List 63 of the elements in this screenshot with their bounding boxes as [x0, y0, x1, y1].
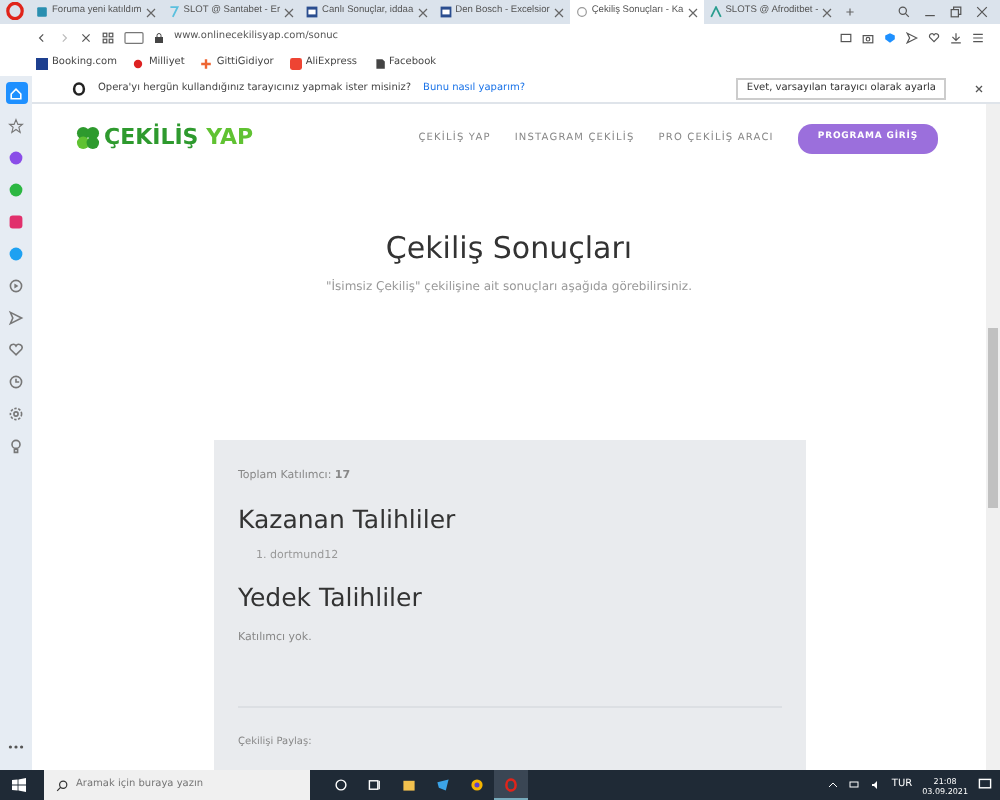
opera-taskbar-button[interactable]: [494, 770, 528, 800]
close-icon[interactable]: [974, 84, 984, 94]
bookmark-icon: [36, 57, 48, 69]
shield-icon[interactable]: [884, 31, 896, 43]
star-button[interactable]: [5, 114, 27, 136]
page-icon: [306, 6, 319, 18]
task-view-icon[interactable]: [368, 778, 382, 792]
section-heading: Yedek Talihliler: [238, 580, 424, 617]
home-button[interactable]: [5, 82, 27, 104]
page-icon: [439, 6, 452, 18]
close-icon[interactable]: [417, 7, 428, 17]
back-icon[interactable]: [36, 31, 48, 43]
restore-icon[interactable]: [950, 6, 962, 18]
close-icon[interactable]: [976, 6, 988, 18]
bookmark-icon: [289, 57, 302, 69]
network-icon[interactable]: [847, 780, 860, 790]
scrollbar-thumb[interactable]: [988, 328, 998, 508]
instagram-button[interactable]: [5, 210, 27, 232]
send-button[interactable]: [5, 306, 27, 328]
logo-text[interactable]: ÇEKİLİŞ YAP: [104, 122, 254, 155]
store-icon[interactable]: [436, 778, 450, 792]
grid-icon[interactable]: [102, 31, 114, 43]
bookmark-icon: [200, 57, 213, 69]
clover-icon: [76, 126, 100, 151]
stop-icon[interactable]: [80, 31, 92, 43]
opera-logo-icon[interactable]: [6, 2, 24, 20]
heart-button[interactable]: [5, 338, 27, 360]
folder-icon[interactable]: [402, 778, 416, 792]
search-icon: [56, 779, 68, 791]
send-icon[interactable]: [906, 31, 918, 43]
search-icon[interactable]: [898, 6, 910, 18]
close-icon[interactable]: [284, 7, 295, 17]
close-icon[interactable]: [822, 7, 833, 17]
bookmark-icon: [373, 57, 386, 69]
picture-icon[interactable]: [840, 31, 852, 43]
close-icon[interactable]: [145, 7, 156, 17]
section-heading: Kazanan Talihliler: [238, 502, 458, 539]
messenger-button[interactable]: [5, 146, 27, 168]
close-icon[interactable]: [687, 7, 698, 17]
clock-button[interactable]: [5, 370, 27, 392]
page-title: Çekiliş Sonuçları: [383, 227, 635, 269]
download-icon[interactable]: [950, 31, 962, 43]
lock-icon: [154, 31, 164, 43]
scrollbar[interactable]: [986, 104, 1000, 770]
player-button[interactable]: [5, 274, 27, 296]
more-icon[interactable]: [8, 744, 24, 750]
bookmark-icon: [132, 57, 145, 69]
page-icon: [36, 6, 48, 18]
opera-logo-icon: [72, 82, 86, 96]
windows-start-icon[interactable]: [12, 778, 26, 792]
browser-logo-icon[interactable]: [470, 778, 484, 792]
chevron-up-icon[interactable]: [827, 780, 838, 790]
slash-icon: [167, 6, 180, 18]
loading-icon: [575, 6, 588, 18]
circle-icon[interactable]: [334, 778, 348, 792]
menu-icon[interactable]: [972, 31, 984, 43]
notification-icon[interactable]: [978, 778, 992, 792]
close-icon[interactable]: [553, 7, 564, 17]
settings-button[interactable]: [5, 402, 27, 424]
volume-icon[interactable]: [869, 780, 882, 790]
bulb-button[interactable]: [5, 434, 27, 456]
heart-icon[interactable]: [928, 31, 940, 43]
camera-icon[interactable]: [862, 31, 874, 43]
